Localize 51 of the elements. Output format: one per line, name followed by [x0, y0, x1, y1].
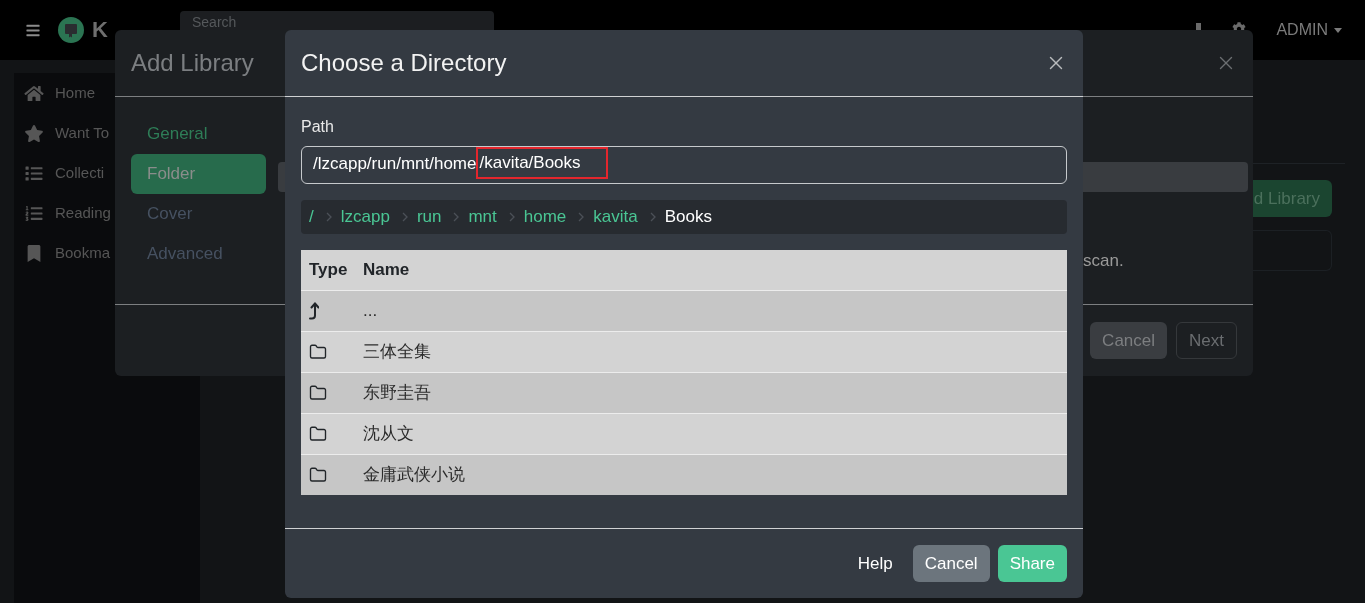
field-label: Path [301, 117, 335, 137]
table-row[interactable]: 东野圭吾 [301, 372, 1067, 413]
dialog-button[interactable]: Cancel [912, 545, 990, 582]
caret-icon [1334, 27, 1342, 33]
breadcrumb-link[interactable]: kavita [593, 204, 638, 230]
dialog-title: Choose a Directory [301, 48, 507, 78]
logo-icon [58, 17, 84, 43]
chevron-icon [453, 212, 460, 222]
level-up-icon [309, 302, 319, 320]
breadcrumb-link[interactable]: home [523, 204, 567, 230]
chevron-icon [508, 212, 515, 222]
folder-name: ... [362, 300, 378, 323]
dialog-button[interactable]: Next [1176, 322, 1237, 359]
breadcrumb-link[interactable]: / [309, 204, 314, 230]
folder-icon [309, 343, 327, 361]
folder-icon [309, 384, 327, 402]
user-menu[interactable]: ADMIN [1276, 18, 1342, 42]
annotation-frame: /kavita/Books [476, 147, 608, 179]
folder-icon [309, 466, 327, 484]
star-icon [24, 124, 44, 142]
gear-icon[interactable] [1232, 22, 1247, 30]
table-row[interactable]: ... [301, 290, 1067, 331]
column-header: Name [362, 259, 410, 282]
bar-icon[interactable] [1196, 23, 1202, 30]
home-icon [24, 84, 44, 102]
folder-name: 三体全集 [362, 341, 431, 364]
breadcrumb-link[interactable]: run [416, 204, 442, 230]
chevron-icon [578, 212, 585, 222]
help-text: scan. [1083, 251, 1124, 270]
table-row[interactable]: 金庸武侠小说 [301, 454, 1067, 495]
dialog-button[interactable]: Cancel [1090, 322, 1168, 359]
brand-name: K [92, 17, 108, 43]
chevron-icon [401, 212, 408, 222]
folder-icon [309, 425, 327, 443]
column-header: Type [308, 259, 349, 282]
breadcrumb-current: Books [664, 206, 712, 229]
search-field[interactable]: Search [180, 11, 494, 30]
list-icon [24, 164, 44, 182]
path-input[interactable]: /lzcapp/run/mnt/home /kavita/Books [301, 146, 1067, 184]
folder-name: 东野圭吾 [362, 382, 431, 405]
breadcrumb-link[interactable]: lzcapp [340, 204, 390, 230]
dialog-title: Add Library [131, 48, 254, 78]
chevron-icon [325, 212, 332, 222]
menu-icon[interactable] [24, 22, 42, 38]
step-tab[interactable]: General [131, 114, 266, 154]
numbered-list-icon [24, 204, 44, 222]
dialog-button[interactable]: Help [845, 545, 905, 582]
folder-name: 沈从文 [362, 423, 414, 446]
chevron-icon [649, 212, 656, 222]
folder-name: 金庸武侠小说 [362, 464, 465, 487]
breadcrumb-link[interactable]: mnt [468, 204, 497, 230]
